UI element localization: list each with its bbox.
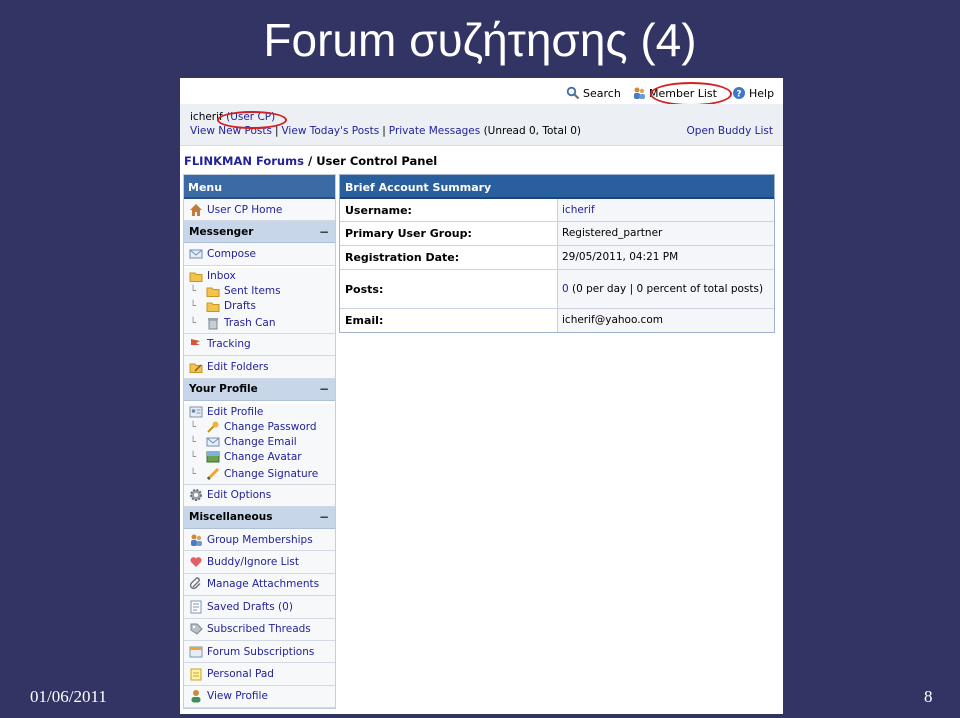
menu-item-change-password[interactable]: └ Change Password	[184, 419, 335, 435]
summary-row-username: Username: icherif	[340, 199, 774, 222]
menu-item-usercp-home[interactable]: User CP Home	[184, 199, 335, 222]
member-list-highlight	[650, 82, 732, 106]
menu-item-edit-profile[interactable]: Edit Profile	[184, 403, 335, 420]
help-icon: ?	[733, 87, 745, 100]
folder-icon	[206, 287, 220, 298]
posts-count-link[interactable]: 0	[562, 283, 569, 295]
key-icon	[207, 421, 219, 433]
slide-number: 8	[924, 687, 933, 706]
paperclip-icon	[189, 577, 201, 590]
menu-item-inbox[interactable]: Inbox	[184, 267, 335, 284]
menu-item-personal-pad[interactable]: Personal Pad	[184, 663, 335, 686]
menu-item-change-avatar[interactable]: └ Change Avatar	[184, 449, 335, 465]
forum-icon	[189, 646, 203, 658]
folder-icon	[206, 302, 220, 313]
envelope-icon	[189, 249, 203, 259]
menu-item-edit-folders[interactable]: Edit Folders	[184, 356, 335, 379]
summary-row-email: Email: icherif@yahoo.com	[340, 309, 774, 332]
home-icon	[190, 203, 202, 216]
help-link[interactable]: ? Help	[732, 86, 774, 100]
members-icon	[634, 87, 645, 99]
breadcrumb-current-page: User Control Panel	[316, 154, 438, 168]
menu-item-sent-items[interactable]: └ Sent Items	[184, 283, 335, 299]
collapse-icon[interactable]: −	[319, 510, 329, 524]
document-icon	[190, 600, 202, 614]
menu-item-edit-options[interactable]: Edit Options	[184, 484, 335, 507]
menu-item-group-memberships[interactable]: Group Memberships	[184, 528, 335, 552]
collapse-icon[interactable]: −	[319, 225, 329, 239]
breadcrumb-forum-link[interactable]: FLINKMAN Forums	[184, 154, 304, 168]
view-todays-posts-link[interactable]: View Today's Posts	[281, 125, 379, 137]
account-summary: Brief Account Summary Username: icherif …	[339, 174, 775, 333]
gear-icon	[190, 489, 202, 502]
menu-section-messenger[interactable]: Messenger −	[184, 221, 335, 244]
summary-row-posts: Posts: 0 (0 per day | 0 percent of total…	[340, 270, 774, 309]
forum-screenshot: Search Member List ? Help icherif (User …	[180, 78, 783, 714]
trash-icon	[208, 318, 218, 330]
notepad-icon	[190, 668, 202, 681]
breadcrumb: FLINKMAN Forums / User Control Panel	[184, 154, 438, 168]
menu-item-compose[interactable]: Compose	[184, 243, 335, 266]
unread-count: (Unread 0, Total 0)	[483, 125, 581, 137]
envelope-icon	[206, 437, 220, 447]
tag-icon	[190, 623, 203, 635]
menu-section-miscellaneous[interactable]: Miscellaneous −	[184, 506, 335, 529]
menu-item-subscribed-threads[interactable]: Subscribed Threads	[184, 618, 335, 641]
slide-title: Forum συζήτησης (4)	[263, 14, 697, 66]
profile-card-icon	[189, 406, 203, 418]
menu-item-manage-attachments[interactable]: Manage Attachments	[184, 573, 335, 597]
menu-item-drafts[interactable]: └ Drafts	[184, 298, 335, 314]
menu-item-change-signature[interactable]: └ Change Signature	[184, 464, 335, 485]
pencil-icon	[206, 468, 220, 481]
heart-icon	[190, 557, 202, 568]
menu-item-trash-can[interactable]: └ Trash Can	[184, 313, 335, 334]
private-messages-link[interactable]: Private Messages	[389, 125, 480, 137]
svg-text:?: ?	[736, 90, 741, 100]
menu-item-change-email[interactable]: └ Change Email	[184, 434, 335, 450]
menu-item-buddy-ignore-list[interactable]: Buddy/Ignore List	[184, 551, 335, 574]
folder-icon	[189, 272, 203, 282]
collapse-icon[interactable]: −	[319, 382, 329, 396]
folder-edit-icon	[189, 363, 203, 373]
menu-item-saved-drafts[interactable]: Saved Drafts (0)	[184, 596, 335, 619]
summary-title: Brief Account Summary	[340, 175, 774, 199]
menu-title: Menu	[184, 175, 335, 199]
user-cp-highlight	[217, 111, 287, 129]
tracking-icon	[191, 339, 200, 350]
search-icon	[566, 86, 580, 100]
summary-row-registration-date: Registration Date: 29/05/2011, 04:21 PM	[340, 246, 774, 270]
menu-item-tracking[interactable]: Tracking	[184, 333, 335, 357]
avatar-image-icon	[206, 451, 220, 463]
user-icon	[191, 690, 201, 703]
menu-item-view-profile[interactable]: View Profile	[184, 685, 335, 709]
group-icon	[191, 534, 202, 546]
username-value-link[interactable]: icherif	[558, 199, 774, 221]
top-navigation: Search Member List ? Help	[180, 78, 783, 106]
menu-section-your-profile[interactable]: Your Profile −	[184, 378, 335, 401]
search-link[interactable]: Search	[566, 86, 621, 100]
summary-row-user-group: Primary User Group: Registered_partner	[340, 222, 774, 246]
usercp-menu: Menu User CP Home Messenger − Compose In…	[183, 174, 336, 710]
open-buddy-list-link[interactable]: Open Buddy List	[687, 125, 773, 137]
menu-item-forum-subscriptions[interactable]: Forum Subscriptions	[184, 640, 335, 664]
slide-date: 01/06/2011	[30, 687, 107, 706]
